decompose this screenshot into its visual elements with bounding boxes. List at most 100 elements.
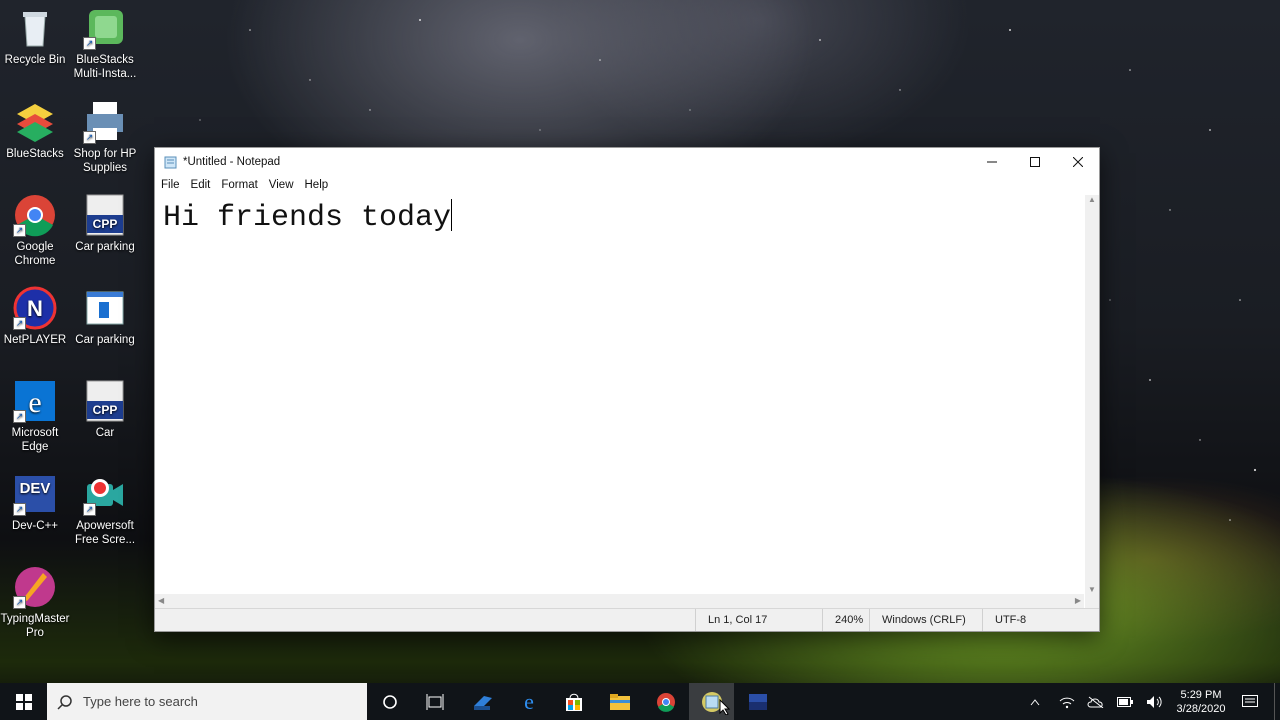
desktop-icon-chrome[interactable]: ↗ Google Chrome: [0, 193, 70, 268]
desktop-icon-devcpp[interactable]: DEV ↗ Dev-C++: [0, 472, 70, 533]
desktop-icon-label: Car: [95, 427, 115, 439]
menu-edit[interactable]: Edit: [187, 179, 218, 191]
desktop-icon-label: Recycle Bin: [4, 54, 66, 66]
minimize-button[interactable]: [970, 148, 1013, 176]
shortcut-arrow-icon: ↗: [83, 131, 96, 144]
shortcut-arrow-icon: ↗: [13, 410, 26, 423]
taskbar-edge[interactable]: e: [506, 683, 551, 720]
desktop-icon-label: Microsoft Edge: [11, 427, 59, 453]
notepad-window[interactable]: *Untitled - Notepad File Edit Format Vie…: [154, 147, 1100, 632]
taskbar-store[interactable]: [551, 683, 596, 720]
taskbar-search-box[interactable]: Type here to search: [47, 683, 367, 720]
scroll-right-arrow-icon[interactable]: ▶: [1075, 596, 1081, 605]
cloud-icon: [1087, 696, 1104, 708]
desktop-icon-label: Apowersoft Free Scre...: [74, 520, 136, 546]
cpp-badge: CPP: [92, 217, 118, 231]
scroll-up-arrow-icon[interactable]: ▲: [1088, 195, 1096, 204]
tray-volume[interactable]: [1142, 683, 1168, 720]
windows-logo-icon: [15, 693, 32, 710]
desktop-icon-label: BlueStacks: [6, 148, 64, 160]
desktop-icon-netplayer[interactable]: N ↗ NetPLAYER: [0, 286, 70, 347]
text-caret: [451, 199, 453, 231]
dev-badge: DEV: [19, 480, 51, 497]
recycle-bin-icon: [13, 6, 57, 50]
editor-content: Hi friends today: [163, 201, 452, 235]
action-center-button[interactable]: [1236, 683, 1264, 720]
menu-view[interactable]: View: [265, 179, 301, 191]
status-bar: Ln 1, Col 17 240% Windows (CRLF) UTF-8: [155, 608, 1099, 631]
desktop-icon-label: Google Chrome: [14, 241, 56, 267]
maximize-icon: [1029, 157, 1040, 167]
tray-onedrive[interactable]: [1084, 683, 1108, 720]
desktop-icon-label: Dev-C++: [11, 520, 59, 532]
desktop-icon-recycle-bin[interactable]: Recycle Bin: [0, 6, 70, 67]
menu-format[interactable]: Format: [217, 179, 264, 191]
shortcut-arrow-icon: ↗: [83, 37, 96, 50]
cpp-badge: CPP: [92, 403, 118, 417]
desktop-icon-car[interactable]: CPP Car: [70, 379, 140, 440]
svg-text:N: N: [27, 296, 43, 321]
app-shortcut-icon: [473, 695, 492, 710]
cortana-circle-icon: [382, 694, 397, 709]
vertical-scrollbar[interactable]: ▲ ▼: [1085, 195, 1099, 594]
application-window-icon: [83, 286, 127, 330]
close-icon: [1072, 157, 1083, 167]
text-editor[interactable]: Hi friends today: [155, 195, 1084, 594]
notepad-icon: [164, 156, 177, 168]
show-desktop-button[interactable]: [1274, 683, 1280, 720]
tray-clock[interactable]: 5:29 PM 3/28/2020: [1170, 683, 1232, 720]
scroll-down-arrow-icon[interactable]: ▼: [1088, 585, 1096, 594]
desktop-icon-label: Shop for HP Supplies: [73, 148, 137, 174]
scrollbar-corner: [1085, 594, 1099, 608]
search-placeholder: Type here to search: [83, 694, 198, 709]
desktop-icon-apowersoft[interactable]: ↗ Apowersoft Free Scre...: [70, 472, 140, 547]
mouse-cursor-icon: [719, 699, 731, 715]
netplayer-icon: N ↗: [13, 286, 57, 330]
title-bar[interactable]: *Untitled - Notepad: [155, 148, 1099, 176]
menu-file[interactable]: File: [157, 179, 187, 191]
edge-icon: e: [524, 692, 534, 712]
taskbar-devcpp[interactable]: [735, 683, 780, 720]
menu-help[interactable]: Help: [301, 179, 336, 191]
show-hidden-icons-button[interactable]: [1024, 683, 1046, 720]
taskbar-file-explorer[interactable]: [597, 683, 642, 720]
clock-date: 3/28/2020: [1176, 702, 1226, 715]
start-button[interactable]: [0, 683, 47, 720]
cpp-file-icon: CPP: [83, 379, 127, 423]
desktop-icon-car-parking-cpp[interactable]: CPP Car parking: [70, 193, 140, 254]
close-button[interactable]: [1056, 148, 1099, 176]
window-title: *Untitled - Notepad: [183, 156, 281, 168]
shortcut-arrow-icon: ↗: [83, 503, 96, 516]
minimize-icon: [986, 161, 997, 163]
status-encoding: UTF-8: [982, 609, 1099, 631]
tray-battery[interactable]: [1113, 683, 1137, 720]
tray-network[interactable]: [1055, 683, 1079, 720]
shortcut-arrow-icon: ↗: [13, 596, 26, 609]
desktop-icon-typingmaster[interactable]: ↗ TypingMaster Pro: [0, 565, 70, 640]
svg-text:e: e: [28, 386, 41, 419]
cortana-button[interactable]: [367, 683, 412, 720]
desktop-icon-car-parking-exe[interactable]: Car parking: [70, 286, 140, 347]
task-view-button[interactable]: [412, 683, 457, 720]
taskbar-chrome[interactable]: [643, 683, 688, 720]
bluestacks-icon: [13, 100, 57, 144]
desktop-icon-edge[interactable]: e ↗ Microsoft Edge: [0, 379, 70, 454]
shortcut-arrow-icon: ↗: [13, 317, 26, 330]
cpp-file-icon: CPP: [83, 193, 127, 237]
video-recorder-icon: ↗: [83, 472, 127, 516]
taskbar-notepad[interactable]: [689, 683, 734, 720]
chrome-icon: ↗: [13, 193, 57, 237]
chrome-icon: [656, 692, 675, 712]
search-icon: [57, 694, 72, 710]
shortcut-arrow-icon: ↗: [13, 503, 26, 516]
chevron-up-icon: [1030, 698, 1040, 705]
scroll-left-arrow-icon[interactable]: ◀: [158, 596, 164, 605]
horizontal-scrollbar[interactable]: ◀ ▶: [155, 594, 1084, 608]
desktop-icon-bluestacks[interactable]: BlueStacks: [0, 100, 70, 161]
taskbar-app-generic[interactable]: [460, 683, 505, 720]
bluestacks-multi-icon: ↗: [83, 6, 127, 50]
desktop-icon-hp-supplies[interactable]: ↗ Shop for HP Supplies: [70, 100, 140, 175]
maximize-button[interactable]: [1013, 148, 1056, 176]
taskbar: Type here to search e 5:29 PM 3/28/2020: [0, 683, 1280, 720]
desktop-icon-bluestacks-multi[interactable]: ↗ BlueStacks Multi-Insta...: [70, 6, 140, 81]
